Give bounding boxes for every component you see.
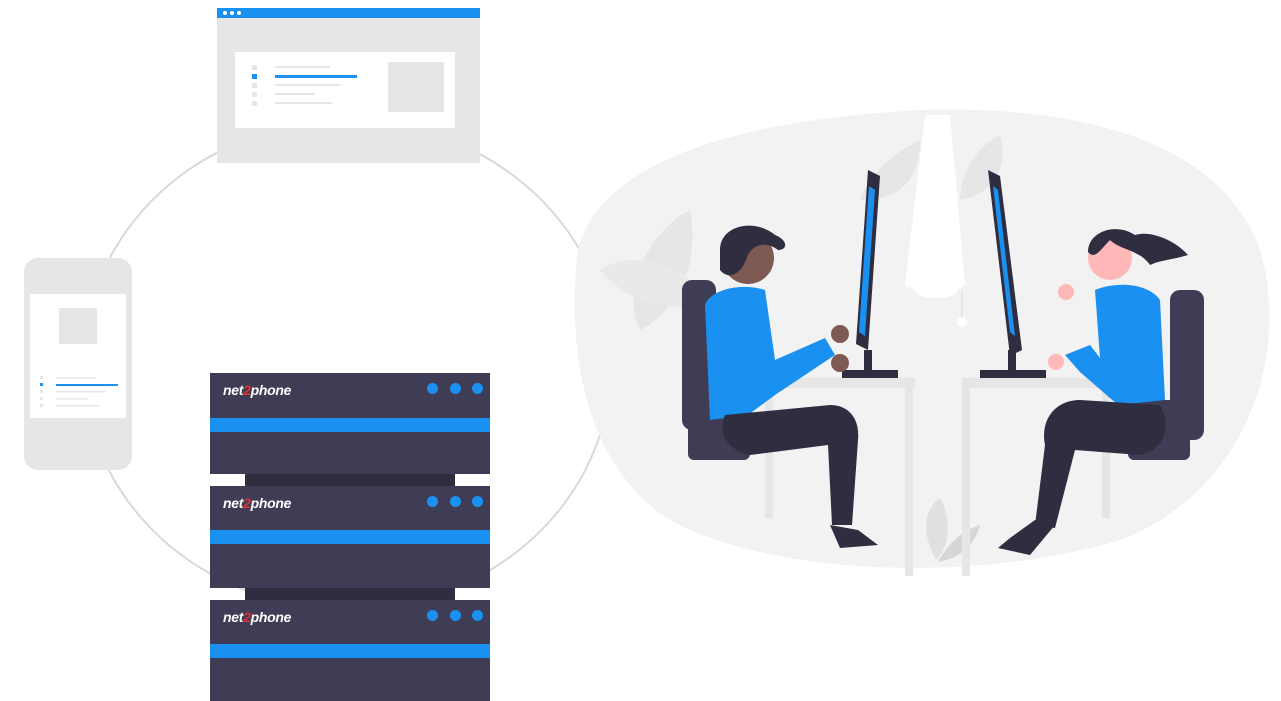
server-led-icon xyxy=(472,383,483,394)
browser-content-card xyxy=(235,52,455,128)
server-led-icon xyxy=(427,383,438,394)
server-status-stripe xyxy=(210,530,490,544)
office-workers-illustration xyxy=(574,109,1270,576)
browser-content-wireframe xyxy=(252,62,444,112)
server-led-icon xyxy=(450,383,461,394)
window-dot-icon xyxy=(237,11,241,15)
browser-window-mockup xyxy=(217,8,480,163)
window-dot-icon xyxy=(230,11,234,15)
phone-screen xyxy=(30,294,126,418)
server-rack-connector xyxy=(245,474,455,486)
server-brand-logo: net2phone xyxy=(223,609,292,625)
window-dot-icon xyxy=(223,11,227,15)
hero-illustration: net2phone net2phone net2phone xyxy=(0,0,1281,701)
server-brand-logo: net2phone xyxy=(223,382,292,398)
server-status-stripe xyxy=(210,644,490,658)
server-status-stripe xyxy=(210,418,490,432)
phone-screen-wireframe xyxy=(40,308,118,407)
server-led-icon xyxy=(450,496,461,507)
server-led-icon xyxy=(427,496,438,507)
server-led-icon xyxy=(472,496,483,507)
browser-title-bar xyxy=(217,8,480,18)
server-unit: net2phone xyxy=(210,600,490,701)
server-rack-connector xyxy=(245,588,455,600)
phone-mockup xyxy=(24,258,132,470)
server-led-icon xyxy=(450,610,461,621)
server-unit: net2phone xyxy=(210,373,490,474)
server-unit: net2phone xyxy=(210,486,490,588)
server-led-icon xyxy=(472,610,483,621)
server-led-icon xyxy=(427,610,438,621)
server-brand-logo: net2phone xyxy=(223,495,292,511)
